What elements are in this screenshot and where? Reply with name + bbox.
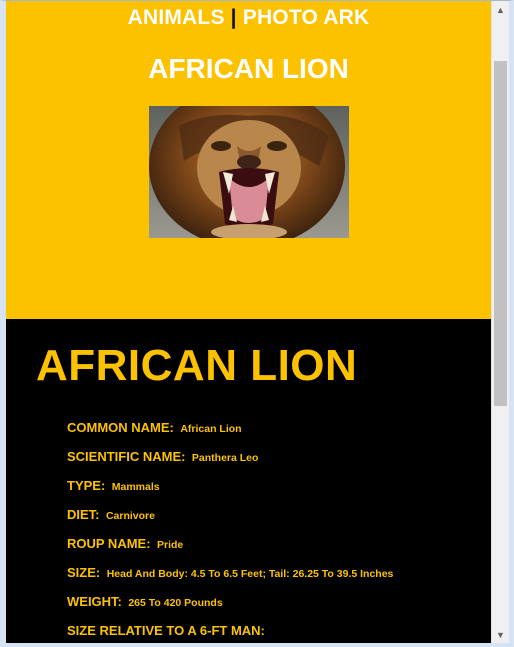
fact-label: COMMON NAME:: [67, 420, 174, 435]
page-viewport: ANIMALS | PHOTO ARK AFRICAN LION AFRICAN…: [6, 1, 491, 643]
fact-label: SIZE RELATIVE TO A 6-FT MAN:: [67, 623, 265, 638]
fact-diet: DIET: Carnivore: [67, 506, 487, 535]
scrollbar-thumb[interactable]: [494, 61, 507, 406]
info-section: AFRICAN LION COMMON NAME: African Lion S…: [6, 319, 491, 643]
fact-label: TYPE:: [67, 478, 106, 493]
fact-value: Panthera Leo: [191, 452, 259, 464]
fact-size: SIZE: Head And Body: 4.5 To 6.5 Feet; Ta…: [67, 564, 487, 593]
fact-value: African Lion: [180, 423, 242, 435]
fact-scientific-name: SCIENTIFIC NAME: Panthera Leo: [67, 448, 487, 477]
fact-value: Mammals: [111, 481, 160, 493]
fact-value: 265 To 420 Pounds: [128, 597, 223, 609]
vertical-scrollbar[interactable]: ▲ ▼: [491, 1, 509, 643]
top-nav: ANIMALS | PHOTO ARK: [6, 6, 491, 30]
info-title: AFRICAN LION: [36, 341, 358, 390]
browser-window: ANIMALS | PHOTO ARK AFRICAN LION AFRICAN…: [0, 0, 514, 647]
fact-weight: WEIGHT: 265 To 420 Pounds: [67, 593, 487, 622]
fact-value: Pride: [157, 539, 184, 551]
nav-link-photo-ark[interactable]: PHOTO ARK: [243, 6, 370, 29]
nav-link-animals[interactable]: ANIMALS: [128, 6, 225, 29]
hero-title: AFRICAN LION: [148, 53, 349, 84]
fact-label: SCIENTIFIC NAME:: [67, 449, 186, 464]
fact-value: Head And Body: 4.5 To 6.5 Feet; Tail: 26…: [106, 568, 394, 580]
fact-group-name: ROUP NAME: Pride: [67, 535, 487, 564]
fact-value: Carnivore: [105, 510, 155, 522]
scroll-down-arrow-icon[interactable]: ▼: [492, 626, 509, 643]
facts-list: COMMON NAME: African Lion SCIENTIFIC NAM…: [67, 419, 487, 643]
fact-label: DIET:: [67, 507, 100, 522]
nav-separator: |: [230, 6, 237, 29]
fact-size-relative: SIZE RELATIVE TO A 6-FT MAN:: [67, 622, 487, 643]
lion-photo: [149, 106, 349, 238]
fact-common-name: COMMON NAME: African Lion: [67, 419, 487, 448]
hero-section: ANIMALS | PHOTO ARK AFRICAN LION: [6, 1, 491, 319]
scroll-up-arrow-icon[interactable]: ▲: [492, 1, 509, 18]
fact-label: ROUP NAME:: [67, 536, 151, 551]
fact-label: SIZE:: [67, 565, 101, 580]
fact-label: WEIGHT:: [67, 594, 122, 609]
lion-photo-image: [149, 106, 349, 238]
fact-type: TYPE: Mammals: [67, 477, 487, 506]
